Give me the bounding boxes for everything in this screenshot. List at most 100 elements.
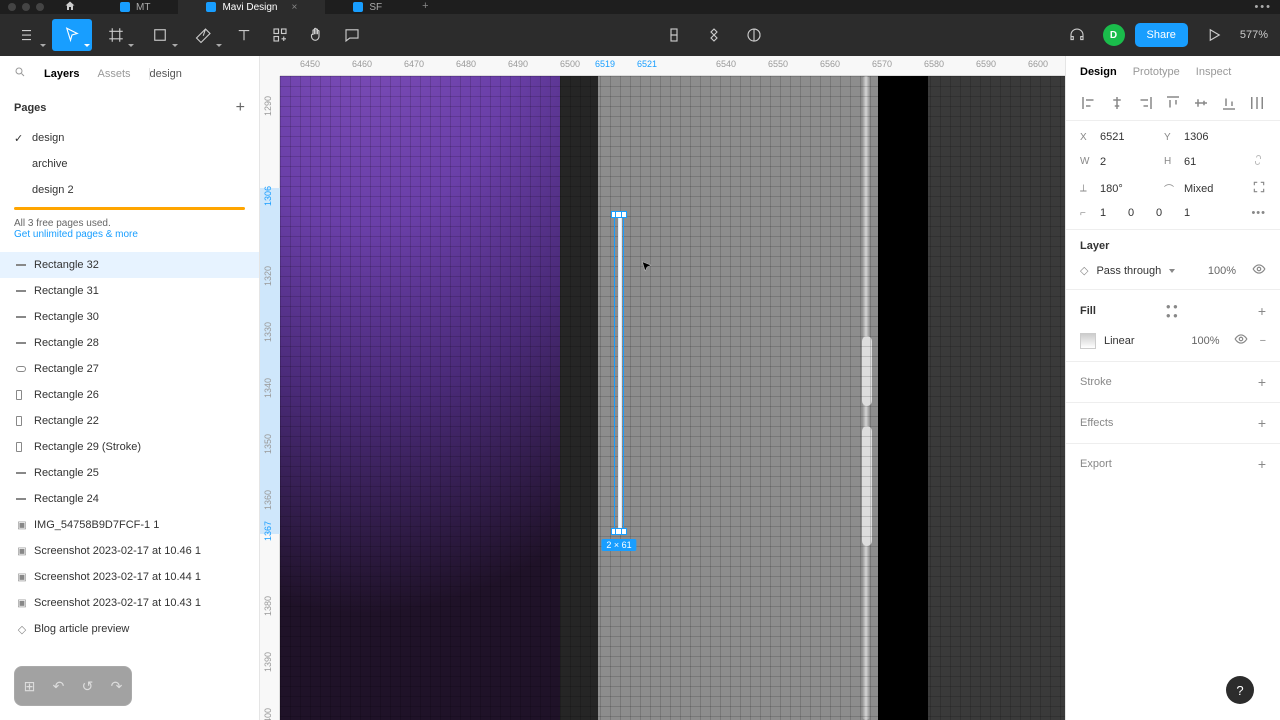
add-export-button[interactable]: + [1258,456,1266,472]
layer-item[interactable]: Screenshot 2023-02-17 at 10.44 1 [0,564,259,590]
design-tab[interactable]: Design [1080,66,1117,78]
layer-item[interactable]: Rectangle 29 (Stroke) [0,434,259,460]
text-tool[interactable] [228,19,260,51]
layer-item[interactable]: Rectangle 24 [0,486,259,512]
move-tool[interactable] [52,19,92,51]
scroll-indicator[interactable] [1065,228,1066,278]
right-panel: Design Prototype Inspect X6521 Y1306 W2 … [1065,56,1280,720]
layer-item[interactable]: Screenshot 2023-02-17 at 10.46 1 [0,538,259,564]
align-vcenter-icon[interactable] [1192,94,1210,108]
independent-corners-icon[interactable] [1252,180,1266,197]
corner-input[interactable]: 1 [1184,207,1204,219]
shape-tool[interactable] [140,19,180,51]
layer-item[interactable]: ◇Blog article preview [0,616,259,642]
canvas[interactable]: 2 × 61 [280,76,1065,720]
corner-input[interactable]: 1 [1100,207,1120,219]
add-tab-button[interactable]: + [410,0,440,14]
main-menu-button[interactable] [8,19,48,51]
page-item[interactable]: archive [0,151,259,177]
x-input[interactable]: 6521 [1100,131,1156,143]
overflow-menu-icon[interactable]: ••• [1254,1,1272,13]
more-icon[interactable]: ••• [1251,207,1266,219]
widget-icon[interactable]: ↺ [82,678,94,695]
zoom-control[interactable]: 577% [1240,29,1272,41]
floating-toolbar[interactable]: ⊞ ↶ ↺ ↷ [14,666,132,706]
layer-item[interactable]: Rectangle 27 [0,356,259,382]
add-fill-button[interactable]: + [1258,303,1266,319]
page-item[interactable]: design [0,125,259,151]
add-stroke-button[interactable]: + [1258,374,1266,390]
layer-item[interactable]: Rectangle 30 [0,304,259,330]
resize-handle[interactable] [615,211,622,218]
canvas-area[interactable]: 6450646064706480649065006519652165406550… [260,56,1065,720]
blend-mode-select[interactable]: Pass through [1096,265,1161,277]
corner-input[interactable]: 0 [1128,207,1148,219]
pen-tool[interactable] [184,19,224,51]
resize-handle[interactable] [615,528,622,535]
widget-icon[interactable]: ↶ [53,678,65,695]
share-button[interactable]: Share [1135,23,1188,47]
mask-icon[interactable] [698,19,730,51]
y-input[interactable]: 1306 [1184,131,1240,143]
align-hcenter-icon[interactable] [1108,94,1126,108]
search-icon[interactable] [14,66,26,81]
home-icon[interactable] [64,0,76,15]
assets-tab[interactable]: Assets [97,68,130,80]
layer-item[interactable]: IMG_54758B9D7FCF-1 1 [0,512,259,538]
file-tab[interactable]: MT [92,0,178,14]
layer-item[interactable]: Rectangle 31 [0,278,259,304]
widget-icon[interactable]: ⊞ [24,678,36,695]
align-right-icon[interactable] [1136,94,1154,108]
avatar[interactable]: D [1103,24,1125,46]
constrain-icon[interactable] [1252,153,1266,170]
visibility-icon[interactable] [1234,332,1248,349]
close-icon[interactable]: × [291,2,297,13]
opacity-input[interactable]: 100% [1208,265,1236,277]
headphones-icon[interactable] [1061,19,1093,51]
h-input[interactable]: 61 [1184,156,1240,168]
add-effect-button[interactable]: + [1258,415,1266,431]
fill-type[interactable]: Linear [1104,335,1135,347]
component-icon[interactable] [658,19,690,51]
radius-input[interactable]: Mixed [1184,183,1240,195]
style-icon[interactable]: ● ●● ● [1166,302,1178,320]
fill-swatch[interactable] [1080,333,1096,349]
file-tab[interactable]: Mavi Design× [178,0,325,14]
boolean-icon[interactable] [738,19,770,51]
prototype-tab[interactable]: Prototype [1133,66,1180,78]
frame-tool[interactable] [96,19,136,51]
fill-opacity[interactable]: 100% [1191,335,1219,347]
layer-item[interactable]: Rectangle 32 [0,252,259,278]
w-input[interactable]: 2 [1100,156,1156,168]
align-top-icon[interactable] [1164,94,1182,108]
page-item[interactable]: design 2 [0,177,259,203]
corner-input[interactable]: 0 [1156,207,1176,219]
remove-fill-button[interactable]: − [1260,335,1266,347]
file-tab[interactable]: SF [325,0,410,14]
layers-tab[interactable]: Layers [44,68,79,80]
hand-tool[interactable] [300,19,332,51]
page-selector[interactable]: design [149,68,246,80]
align-bottom-icon[interactable] [1220,94,1238,108]
align-left-icon[interactable] [1080,94,1098,108]
layer-item[interactable]: Rectangle 25 [0,460,259,486]
help-button[interactable]: ? [1226,676,1254,704]
visibility-icon[interactable] [1252,262,1266,279]
present-button[interactable] [1198,19,1230,51]
distribute-icon[interactable] [1248,94,1266,108]
layer-item[interactable]: Rectangle 26 [0,382,259,408]
resources-tool[interactable] [264,19,296,51]
comment-tool[interactable] [336,19,368,51]
window-controls[interactable] [8,3,44,11]
layer-item[interactable]: Rectangle 22 [0,408,259,434]
widget-icon[interactable]: ↷ [111,678,123,695]
upgrade-link[interactable]: Get unlimited pages & more [14,229,138,240]
rotation-input[interactable]: 180° [1100,183,1156,195]
layer-item[interactable]: Rectangle 28 [0,330,259,356]
layer-item[interactable]: Screenshot 2023-02-17 at 10.43 1 [0,590,259,616]
angle-icon: ⟂ [1080,183,1092,194]
add-page-button[interactable]: + [236,99,245,117]
inspect-tab[interactable]: Inspect [1196,66,1231,78]
layer-section: Layer ◇ Pass through 100% [1066,230,1280,290]
selection-bounds[interactable]: 2 × 61 [614,214,624,532]
